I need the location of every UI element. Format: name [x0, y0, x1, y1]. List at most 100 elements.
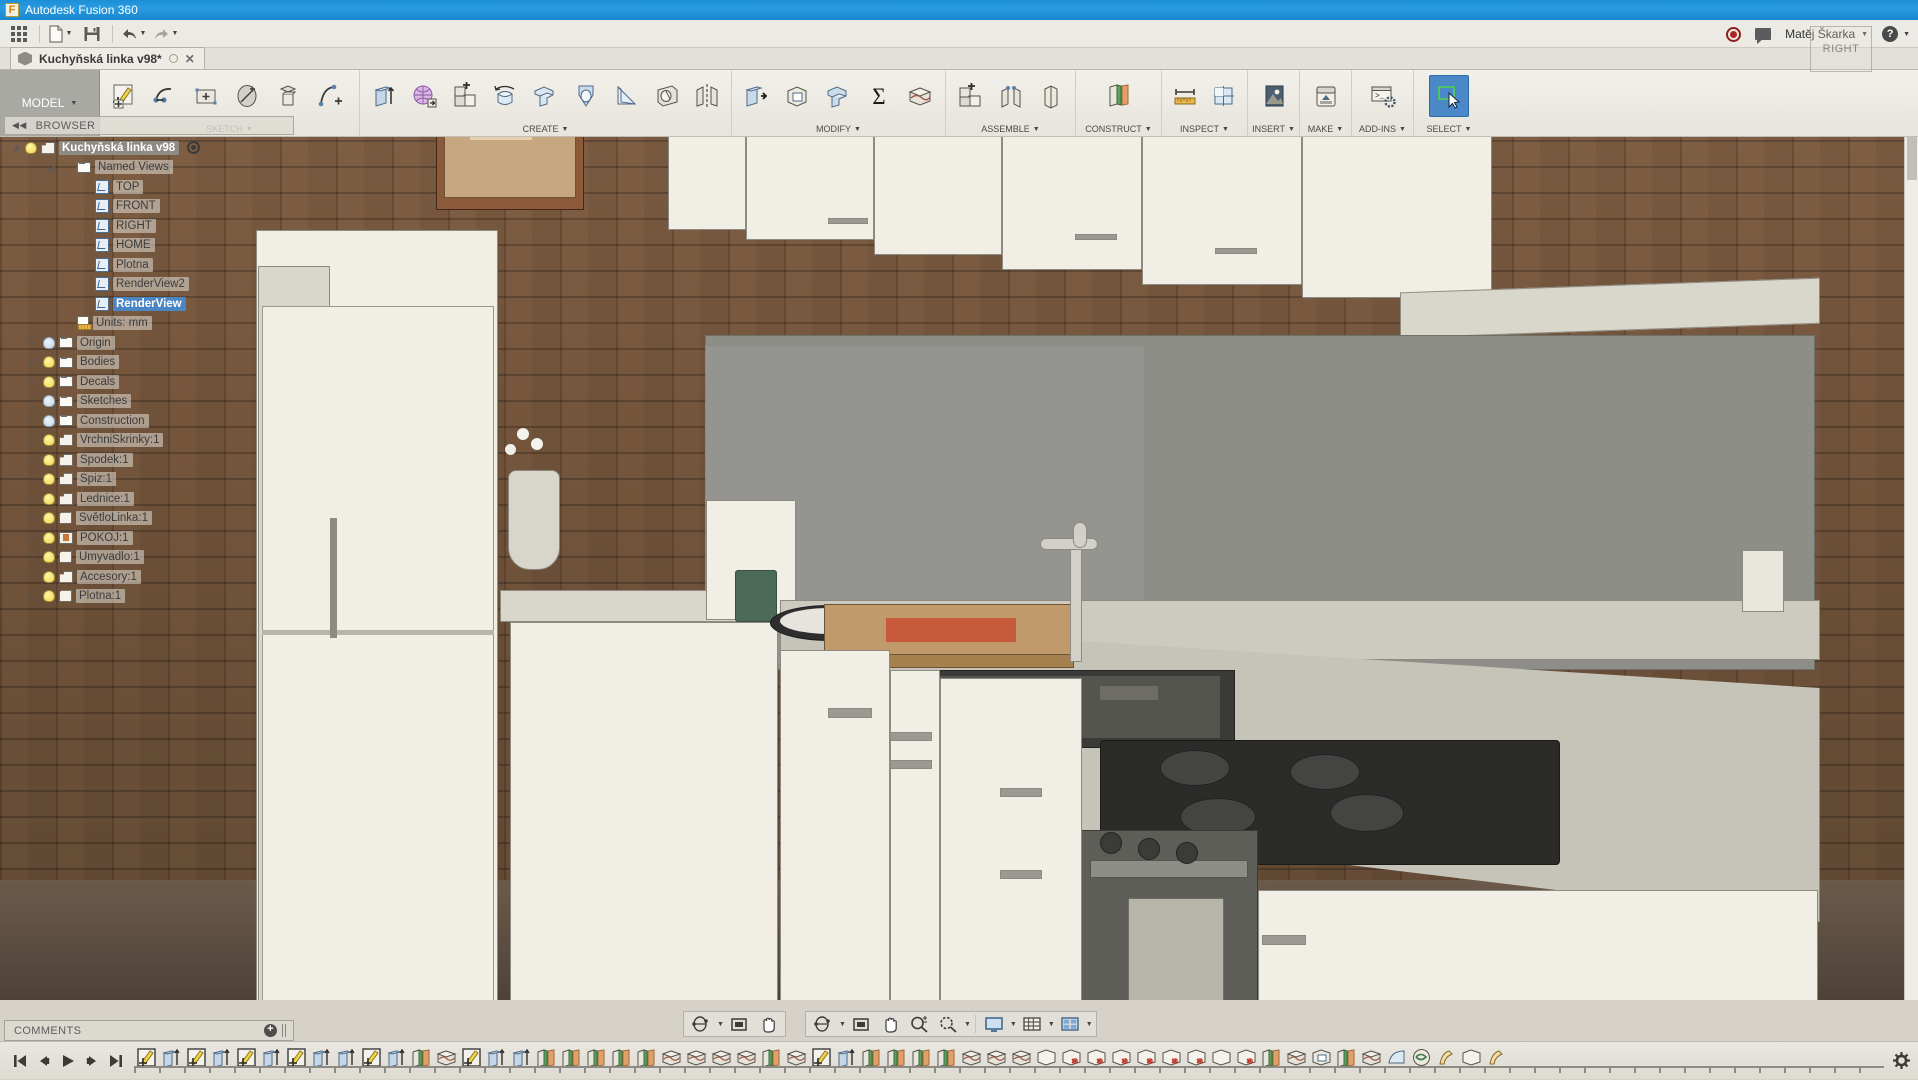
circle-tool[interactable]	[227, 75, 267, 117]
undo-button[interactable]: ▼	[118, 22, 148, 46]
orbit-button[interactable]	[687, 1013, 715, 1035]
chevron-down-icon[interactable]: ▼	[561, 126, 568, 133]
show-data-panel-button[interactable]	[4, 22, 34, 46]
chevron-down-icon[interactable]: ▼	[1288, 126, 1295, 133]
chevron-down-icon[interactable]: ▼	[1086, 1021, 1093, 1028]
browser-item-sketches[interactable]: ▷Sketches	[4, 392, 294, 412]
visibility-bulb-icon[interactable]	[43, 493, 55, 505]
browser-item-decals[interactable]: ▷Decals	[4, 372, 294, 392]
revolve-tool[interactable]	[485, 75, 524, 117]
browser-item-named-views[interactable]: ◢Named Views	[4, 158, 294, 178]
display-settings-button[interactable]	[980, 1013, 1008, 1035]
visibility-bulb-icon[interactable]	[43, 551, 55, 563]
timeline-go-to-beginning[interactable]	[10, 1050, 30, 1072]
insert-decal-tool[interactable]	[1254, 75, 1294, 117]
new-component-tool[interactable]	[445, 75, 484, 117]
browser-item-pokoj-1[interactable]: ▷POKOJ:1	[4, 528, 294, 548]
pan-button-2[interactable]	[876, 1013, 904, 1035]
split-face-tool[interactable]	[900, 75, 940, 117]
chevron-down-icon[interactable]: ▼	[717, 1021, 724, 1028]
expand-arrow-icon[interactable]: ▷	[28, 514, 39, 523]
loft-tool[interactable]	[566, 75, 605, 117]
press-pull-tool[interactable]	[736, 75, 776, 117]
browser-item-right[interactable]: RIGHT	[4, 216, 294, 236]
browser-item-spodek-1[interactable]: ▷Spodek:1	[4, 450, 294, 470]
visibility-bulb-icon[interactable]	[43, 395, 55, 407]
viewport-scrollbar[interactable]	[1904, 70, 1918, 1000]
visibility-bulb-icon[interactable]	[43, 415, 55, 427]
expand-arrow-icon[interactable]: ▷	[28, 397, 39, 406]
radio-dot-icon[interactable]	[187, 141, 200, 154]
expand-arrow-icon[interactable]: ▷	[28, 494, 39, 503]
timeline-features[interactable]	[134, 1042, 1884, 1080]
timeline-play[interactable]	[58, 1050, 78, 1072]
browser-item-plotna[interactable]: Plotna	[4, 255, 294, 275]
expand-arrow-icon[interactable]: ▷	[28, 592, 39, 601]
rectangle-tool[interactable]	[186, 75, 226, 117]
sweep-tool[interactable]	[526, 75, 565, 117]
line-tool[interactable]	[145, 75, 185, 117]
browser-item-origin[interactable]: ▷Origin	[4, 333, 294, 353]
chevron-down-icon[interactable]: ▼	[1010, 1021, 1017, 1028]
visibility-bulb-icon[interactable]	[43, 454, 55, 466]
select-tool[interactable]	[1429, 75, 1469, 117]
grid-snaps-button[interactable]	[1018, 1013, 1046, 1035]
scripts-and-addins-tool[interactable]: >_	[1363, 75, 1403, 117]
chevron-down-icon[interactable]: ▼	[1033, 126, 1040, 133]
3d-print-tool[interactable]	[1306, 75, 1346, 117]
zoom-button[interactable]	[905, 1013, 933, 1035]
as-built-joint-tool[interactable]	[1031, 75, 1071, 117]
chevron-down-icon[interactable]: ▼	[1336, 126, 1343, 133]
comment-bubble-icon[interactable]	[1755, 28, 1771, 40]
timeline-step-forward[interactable]	[82, 1050, 102, 1072]
new-component-assemble-tool[interactable]	[950, 75, 990, 117]
expand-arrow-icon[interactable]: ▷	[28, 533, 39, 542]
look-at-button[interactable]	[725, 1013, 753, 1035]
sketch-dimension-tool[interactable]	[268, 75, 308, 117]
browser-item-lednice-1[interactable]: ▷Lednice:1	[4, 489, 294, 509]
browser-item-spiz-1[interactable]: ▷Spiz:1	[4, 470, 294, 490]
browser-item-units-mm[interactable]: Units: mm	[4, 314, 294, 334]
document-tab[interactable]: Kuchyňská linka v98* ✕	[10, 47, 205, 69]
shell-tool[interactable]	[777, 75, 817, 117]
expand-arrow-icon[interactable]: ▷	[28, 572, 39, 581]
visibility-bulb-icon[interactable]	[43, 434, 55, 446]
expand-arrow-icon[interactable]: ▷	[28, 475, 39, 484]
visibility-bulb-icon[interactable]	[43, 376, 55, 388]
timeline-settings-button[interactable]	[1884, 1051, 1918, 1070]
fit-button[interactable]	[934, 1013, 962, 1035]
browser-item-accesory-1[interactable]: ▷Accesory:1	[4, 567, 294, 587]
chevron-down-icon[interactable]: ▼	[854, 126, 861, 133]
section-analysis-tool[interactable]	[1205, 75, 1243, 117]
expand-arrow-icon[interactable]: ▷	[28, 455, 39, 464]
browser-item-umyvadlo-1[interactable]: ▷Umyvadlo:1	[4, 548, 294, 568]
browser-item-front[interactable]: FRONT	[4, 197, 294, 217]
record-icon[interactable]	[1726, 27, 1741, 42]
pan-button[interactable]	[754, 1013, 782, 1035]
visibility-bulb-icon[interactable]	[25, 142, 37, 154]
chevron-down-icon[interactable]: ▼	[1465, 126, 1472, 133]
create-sketch-tool[interactable]	[104, 75, 144, 117]
browser-root-row[interactable]: ◢ Kuchyňská linka v98	[4, 138, 294, 158]
visibility-bulb-icon[interactable]	[43, 571, 55, 583]
expand-arrow-icon[interactable]: ▷	[28, 416, 39, 425]
add-comment-icon[interactable]: +	[264, 1024, 277, 1037]
look-at-button-2[interactable]	[847, 1013, 875, 1035]
chevron-down-icon[interactable]: ▼	[1048, 1021, 1055, 1028]
mirror-tool[interactable]	[688, 75, 727, 117]
collapse-left-icon[interactable]: ◀◀	[12, 120, 27, 131]
expand-arrow-icon[interactable]: ▷	[28, 338, 39, 347]
extrude-tool[interactable]	[364, 75, 403, 117]
chevron-down-icon[interactable]: ▼	[1145, 126, 1152, 133]
hole-tool[interactable]	[647, 75, 686, 117]
visibility-bulb-icon[interactable]	[43, 473, 55, 485]
close-icon[interactable]: ✕	[185, 52, 195, 66]
arc-tool[interactable]	[309, 75, 349, 117]
orbit-button-2[interactable]	[809, 1013, 837, 1035]
browser-item-renderview[interactable]: RenderView	[4, 294, 294, 314]
expand-arrow-icon[interactable]: ▷	[28, 553, 39, 562]
expand-arrow-icon[interactable]: ◢	[10, 143, 21, 152]
measure-tool[interactable]	[1166, 75, 1204, 117]
offset-plane-tool[interactable]	[1099, 75, 1139, 117]
chevron-down-icon[interactable]: ▼	[964, 1021, 971, 1028]
